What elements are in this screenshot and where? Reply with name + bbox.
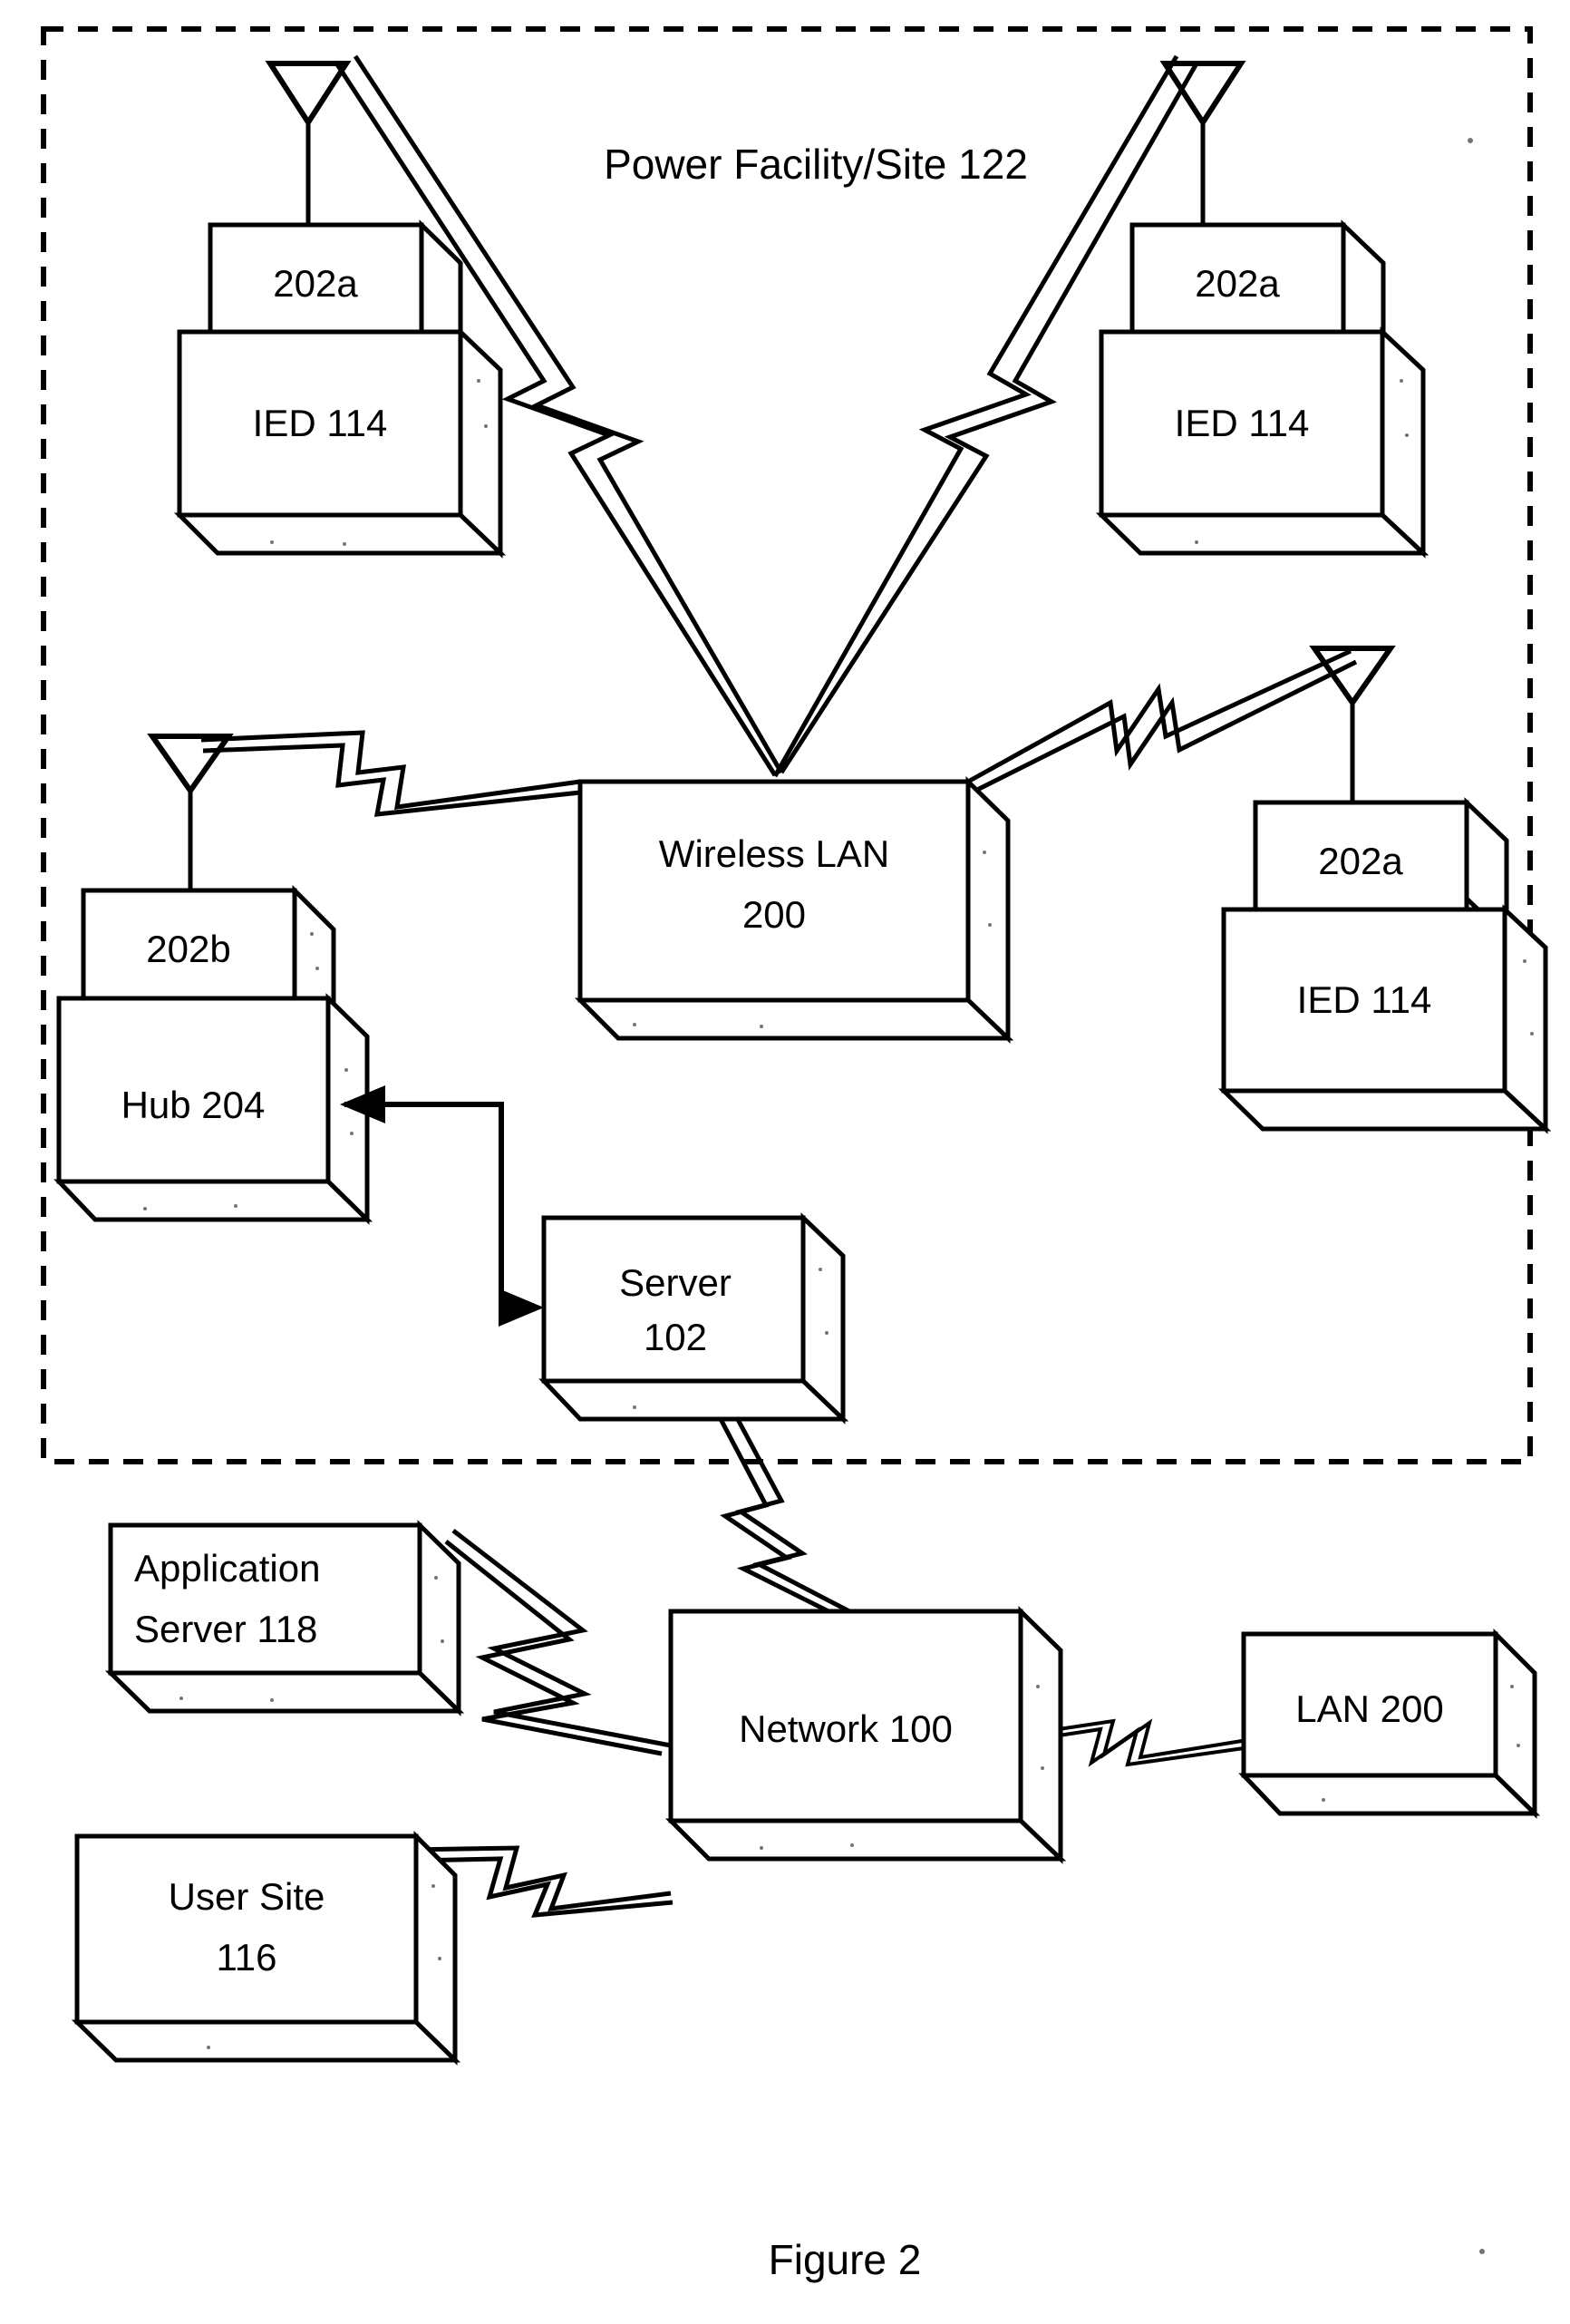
node-ied-mid-right: IED 114 (1217, 904, 1552, 1134)
wireless-link-network-lan (1058, 1718, 1245, 1767)
node-server-label-line2: 102 (644, 1316, 707, 1358)
node-ied-top-left: IED 114 (173, 326, 507, 559)
node-user-site: User Site 116 (71, 1830, 461, 2066)
node-radio-top-right-label: 202a (1195, 262, 1280, 305)
stray-ink-mark-top (1468, 138, 1473, 143)
node-application-server-label-line1: Application (134, 1547, 320, 1590)
antenna-icon-hub (147, 734, 234, 890)
power-facility-title: Power Facility/Site 122 (604, 141, 1028, 188)
antenna-icon-mid-right (1309, 646, 1396, 802)
node-hub: Hub 204 (53, 993, 373, 1225)
wireless-link-appserver-network (444, 1529, 672, 1756)
node-ied-top-right-label: IED 114 (1175, 402, 1310, 444)
node-server: Server 102 (538, 1212, 849, 1425)
node-network-label: Network 100 (739, 1707, 953, 1750)
node-ied-top-right: IED 114 (1095, 326, 1429, 559)
node-radio-top-left-label: 202a (273, 262, 358, 305)
wireless-link-hub (200, 730, 581, 817)
arrow-head-to-server (499, 1288, 544, 1327)
antenna-icon-top-right (1159, 61, 1246, 227)
diagram-canvas: 202a IED 114 202a IED 114 202a IED 114 W… (41, 26, 1552, 2283)
node-wireless-lan: Wireless LAN 200 (574, 776, 1014, 1044)
node-ied-top-left-label: IED 114 (253, 402, 388, 444)
node-application-server-label-line2: Server 118 (134, 1608, 317, 1650)
wireless-link-ied-mid-right (966, 648, 1358, 795)
node-application-server: Application Server 118 (104, 1520, 465, 1716)
wireless-link-server-network (718, 1411, 874, 1630)
node-server-label-line1: Server (619, 1261, 732, 1304)
antenna-icon-top-left (265, 61, 352, 227)
node-wireless-lan-label-line1: Wireless LAN (659, 832, 889, 875)
node-wireless-lan-label-line2: 200 (742, 893, 806, 936)
node-user-site-label-line2: 116 (217, 1936, 277, 1979)
node-ied-mid-right-label: IED 114 (1297, 978, 1432, 1021)
figure-caption: Figure 2 (769, 2236, 922, 2283)
figure-2-diagram: 202a IED 114 202a IED 114 202a IED 114 W… (0, 0, 1570, 2324)
node-network: Network 100 (664, 1606, 1067, 1864)
node-lan-label: LAN 200 (1295, 1687, 1443, 1730)
data-link-hub-server (340, 1085, 544, 1327)
node-user-site-label-line1: User Site (169, 1875, 325, 1918)
node-hub-label: Hub 204 (121, 1084, 266, 1126)
node-radio-hub-label: 202b (146, 928, 230, 970)
stray-ink-mark-bottom (1479, 2249, 1485, 2254)
node-lan: LAN 200 (1238, 1628, 1541, 1819)
node-radio-mid-right-label: 202a (1318, 840, 1403, 882)
